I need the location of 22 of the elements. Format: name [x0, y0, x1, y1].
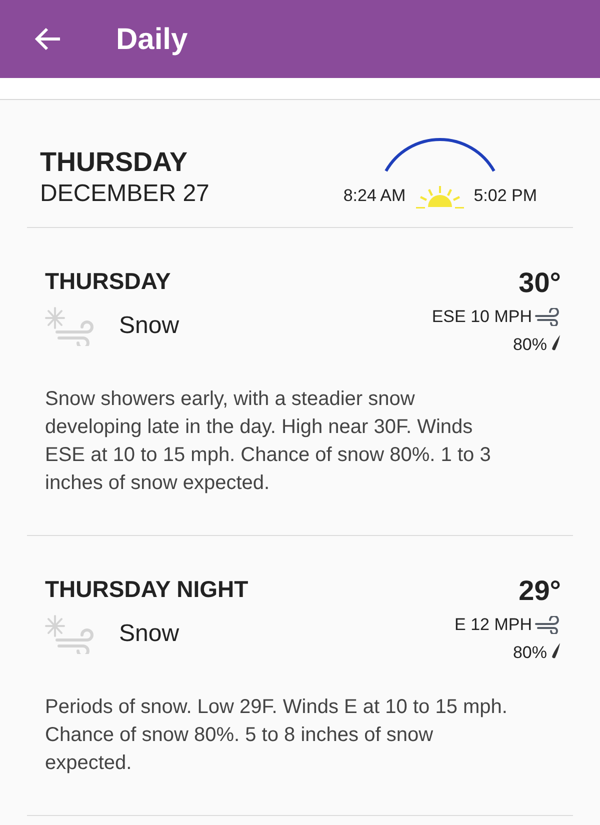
forecast-description: Snow showers early, with a steadier snow developing late in the day. High near 30F. Winds ESE at 10 to 15 mph. Chance of snow 80%. 1 to 3 inches of snow expected. [45, 387, 492, 496]
condition-label: Snow [119, 619, 180, 649]
temperature: 30° [518, 266, 561, 300]
temperature: 29° [518, 574, 561, 608]
sun-arc-icon [382, 135, 498, 173]
precip-chance: 80% [512, 642, 547, 664]
back-arrow-icon [34, 27, 62, 51]
summary-day: THURSDAY [40, 145, 210, 179]
wind-speed: E 12 MPH [454, 614, 532, 636]
sunset-time: 5:02 PM [474, 185, 537, 207]
sunrise-time: 8:24 AM [343, 185, 406, 207]
sun-icon [416, 184, 464, 208]
wind-speed: ESE 10 MPH [432, 306, 532, 328]
forecast-description: Periods of snow. Low 29F. Winds E at 10 to 15 mph. Chance of snow 80%. 5 to 8 inches of snow expected. [45, 695, 508, 776]
wind-icon [535, 308, 561, 326]
summary-date: DECEMBER 27 [40, 179, 210, 209]
header-title: Daily [116, 22, 188, 58]
wind-icon [535, 616, 561, 634]
period-name: THURSDAY NIGHT [45, 575, 248, 604]
period-name: THURSDAY [45, 267, 172, 296]
precip-chance: 80% [512, 334, 547, 356]
condition-label: Snow [119, 311, 180, 341]
